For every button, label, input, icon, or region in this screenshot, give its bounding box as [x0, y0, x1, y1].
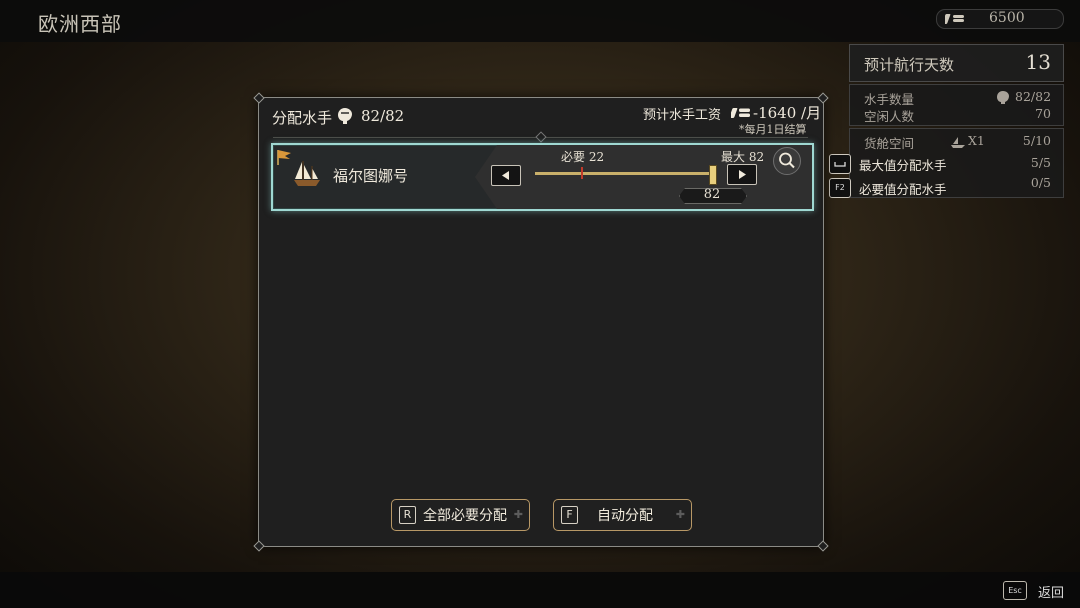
crew-info-panel: 水手数量 82/82 空闲人数 70 [849, 84, 1064, 126]
cargo-value: 5/10 [1022, 133, 1051, 148]
assigned-value: 82 [703, 187, 721, 202]
crew-slider-track[interactable] [535, 172, 713, 175]
voyage-days-label: 预计航行天数 [864, 56, 955, 74]
space-key-icon [829, 154, 851, 174]
divider-ornament [535, 131, 547, 143]
plus-icon: ✚ [513, 508, 523, 521]
region-name: 欧洲西部 [38, 12, 122, 36]
f2-key: F2 [829, 178, 851, 198]
esc-key[interactable]: Esc [1003, 581, 1027, 600]
wage-settlement-note: *每月1日结算 [739, 123, 807, 136]
row5-value: 0/5 [1030, 175, 1051, 190]
top-bar [0, 0, 1080, 42]
magnifier-icon [779, 152, 795, 169]
back-label[interactable]: 返回 [1038, 582, 1064, 601]
assign-crew-dialog: 分配水手 82/82 预计水手工资 -1640 /月 *每月1日结算 福尔图娜号… [253, 92, 829, 552]
hint-required-assign-label: 必要值分配水手 [859, 182, 947, 197]
sailor-head-icon [997, 91, 1009, 104]
hint-max-assign-label: 最大值分配水手 [859, 158, 947, 173]
sailor-head-icon [338, 108, 352, 124]
idle-value: 70 [1035, 106, 1051, 121]
voyage-days-panel: 预计航行天数 13 [849, 44, 1064, 82]
increase-button[interactable] [727, 164, 757, 185]
wage-label: 预计水手工资 [643, 108, 722, 123]
ship-icon [294, 161, 320, 186]
dialog-crew-count: 82/82 [361, 107, 405, 125]
f-key: F [561, 506, 578, 524]
idle-label: 空闲人数 [864, 109, 915, 124]
cargo-multiplier: X1 [968, 133, 985, 148]
ship-small-icon [951, 137, 965, 148]
plus-icon: ✚ [675, 508, 685, 521]
dialog-corner [253, 540, 265, 552]
gold-counter: 6500 [936, 9, 1064, 29]
assign-all-required-label: 全部必要分配 [423, 508, 507, 524]
required-marker [581, 167, 583, 179]
auto-assign-button[interactable]: F 自动分配 ✚ [553, 499, 692, 531]
row4-value: 5/5 [1030, 155, 1051, 170]
gold-value: 6500 [989, 10, 1025, 26]
required-crew-label: 必要 22 [561, 150, 605, 164]
crew-count-value: 82/82 [1015, 89, 1052, 104]
coin-stack-icon [945, 14, 964, 24]
triangle-right-icon [739, 170, 746, 179]
dialog-title: 分配水手 [272, 109, 333, 127]
bottom-bar [0, 572, 1080, 608]
cargo-label: 货舱空间 [864, 136, 915, 151]
inspect-button[interactable] [773, 147, 801, 175]
ship-name: 福尔图娜号 [333, 167, 409, 185]
max-crew-label: 最大 82 [721, 150, 765, 164]
triangle-left-icon [502, 171, 509, 180]
auto-assign-label: 自动分配 [597, 508, 653, 524]
crew-slider-handle[interactable] [709, 165, 717, 185]
decrease-button[interactable] [491, 165, 521, 186]
dialog-corner [817, 540, 829, 552]
dialog-corner [253, 92, 265, 104]
r-key: R [399, 506, 416, 524]
coin-stack-icon [731, 108, 750, 118]
ship-crew-row[interactable]: 福尔图娜号 必要 22 最大 82 82 [271, 143, 814, 211]
wage-value: -1640 /月 [753, 104, 822, 122]
assign-all-required-button[interactable]: R 全部必要分配 ✚ [391, 499, 530, 531]
voyage-days-value: 13 [1025, 50, 1051, 74]
